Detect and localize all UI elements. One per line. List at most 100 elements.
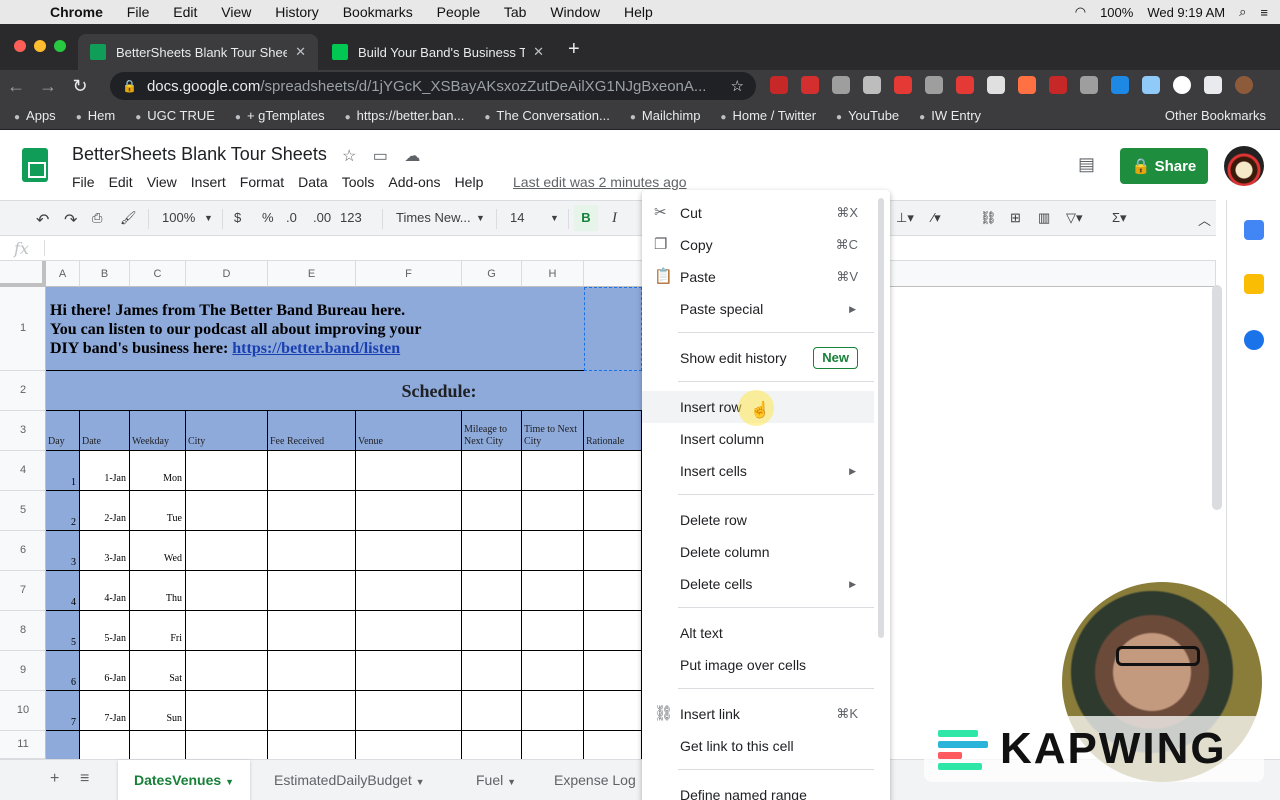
increase-decimal-button[interactable]: .00 [313,210,331,225]
menu-item-paste-special[interactable]: Paste special ▶ [642,293,874,325]
row-header-8[interactable]: 8 [0,611,46,651]
empty-cell[interactable] [584,611,642,651]
zoom-window-icon[interactable] [54,40,66,52]
star-icon[interactable]: ☆ [342,148,356,165]
date-cell[interactable]: 4-Jan [80,571,130,611]
sheets-logo-icon[interactable] [22,148,48,182]
menu-item-define-named-range[interactable]: Define named range [642,779,874,800]
menu-data[interactable]: Data [298,174,328,190]
macos-app-menu[interactable]: Chrome [50,4,103,20]
column-header-b[interactable]: B [80,261,130,287]
bookmark-hem[interactable]: Hem [76,108,115,123]
menu-item-insert-column[interactable]: Insert column [642,423,874,455]
macos-menu-bookmarks[interactable]: Bookmarks [343,4,413,20]
weekday-cell[interactable]: Wed [130,531,186,571]
menu-item-copy[interactable]: ❐ Copy ⌘C [642,229,874,261]
all-sheets-icon[interactable]: ≡ [80,770,89,788]
empty-cell[interactable] [462,691,522,731]
empty-cell[interactable] [584,491,642,531]
bookmark-twitter[interactable]: Home / Twitter [720,108,816,123]
podcast-link[interactable]: https://better.band/listen [232,340,400,357]
extension-icon[interactable] [1173,76,1191,94]
menu-item-delete-cells[interactable]: Delete cells ▶ [642,568,874,600]
control-center-icon[interactable]: ≡ [1260,5,1268,20]
insert-link-icon[interactable]: ⛓ [980,210,997,226]
comment-history-icon[interactable]: ▤ [1078,154,1095,175]
column-header-a[interactable]: A [46,261,80,287]
schedule-title-cell[interactable]: Schedule: [46,371,642,411]
minimize-window-icon[interactable] [34,40,46,52]
menu-item-insert-link[interactable]: ⛓ Insert link ⌘K [642,698,874,730]
empty-cell[interactable] [46,731,80,759]
font-dropdown-icon[interactable]: ▼ [476,213,485,223]
empty-cell[interactable] [268,691,356,731]
puzzle-extensions-icon[interactable] [1204,76,1222,94]
select-all-corner[interactable] [0,261,46,287]
empty-cell[interactable] [268,451,356,491]
menu-item-show-edit-history[interactable]: Show edit history New [642,342,874,374]
menu-view[interactable]: View [147,174,177,190]
empty-cell[interactable] [462,491,522,531]
empty-cell[interactable] [268,611,356,651]
day-cell[interactable]: 1 [46,451,80,491]
close-window-icon[interactable] [14,40,26,52]
vertical-scrollbar[interactable] [1212,285,1222,510]
empty-cell[interactable] [268,731,356,759]
close-tab-icon[interactable]: ✕ [295,44,306,60]
zoom-dropdown-icon[interactable]: ▼ [204,213,213,223]
document-title[interactable]: BetterSheets Blank Tour Sheets [72,144,327,165]
row-header-4[interactable]: 4 [0,451,46,491]
print-icon[interactable]: ⎙ [92,210,102,226]
bookmark-gtemplates[interactable]: + gTemplates [235,108,325,123]
spotlight-icon[interactable]: ⌕ [1239,4,1246,20]
empty-cell[interactable] [356,731,462,759]
back-icon[interactable]: ← [0,76,32,97]
insert-chart-icon[interactable]: ▥ [1038,210,1050,226]
empty-cell[interactable] [356,691,462,731]
bookmark-ugc-true[interactable]: UGC TRUE [135,108,215,123]
sheet-tab-expense-log[interactable]: Expense Log [538,760,652,800]
lock-icon[interactable]: 🔒 [122,79,137,93]
extension-icon[interactable] [894,76,912,94]
empty-cell[interactable] [462,731,522,759]
row-header-3[interactable]: 3 [0,411,46,451]
bookmark-better-band[interactable]: https://better.ban... [345,108,465,123]
macos-menu-window[interactable]: Window [550,4,600,20]
more-formats-button[interactable]: 123 [340,210,362,225]
empty-cell[interactable] [522,571,584,611]
menu-scrollbar[interactable] [878,198,884,638]
zoom-select[interactable]: 100% [162,210,195,225]
empty-cell[interactable] [186,531,268,571]
menu-insert[interactable]: Insert [191,174,226,190]
date-cell[interactable]: 6-Jan [80,651,130,691]
menu-tools[interactable]: Tools [342,174,375,190]
empty-cell[interactable] [584,571,642,611]
weekday-cell[interactable]: Thu [130,571,186,611]
header-cell-date[interactable]: Date [80,411,130,451]
extension-icon[interactable] [863,76,881,94]
menu-item-delete-row[interactable]: Delete row [642,504,874,536]
weekday-cell[interactable]: Sat [130,651,186,691]
empty-cell[interactable] [584,451,642,491]
paint-format-icon[interactable]: 🖌 [120,210,137,226]
empty-cell[interactable] [268,491,356,531]
weekday-cell[interactable]: Fri [130,611,186,651]
bookmark-youtube[interactable]: YouTube [836,108,899,123]
macos-menu-history[interactable]: History [275,4,319,20]
battery-percent[interactable]: 100% [1100,5,1133,20]
empty-cell[interactable] [462,651,522,691]
row-header-10[interactable]: 10 [0,691,46,731]
row-header-6[interactable]: 6 [0,531,46,571]
last-edit-link[interactable]: Last edit was 2 minutes ago [513,174,687,190]
italic-button[interactable]: I [612,210,617,227]
extension-icon[interactable] [987,76,1005,94]
calendar-icon[interactable] [1244,220,1264,240]
date-cell[interactable]: 5-Jan [80,611,130,651]
extension-icon[interactable] [801,76,819,94]
macos-menu-people[interactable]: People [437,4,481,20]
menu-edit[interactable]: Edit [109,174,133,190]
empty-cell[interactable] [356,531,462,571]
other-bookmarks[interactable]: Other Bookmarks [1165,108,1266,123]
browser-tab[interactable]: Build Your Band's Business To ✕ [320,34,556,70]
extension-icon[interactable] [1018,76,1036,94]
